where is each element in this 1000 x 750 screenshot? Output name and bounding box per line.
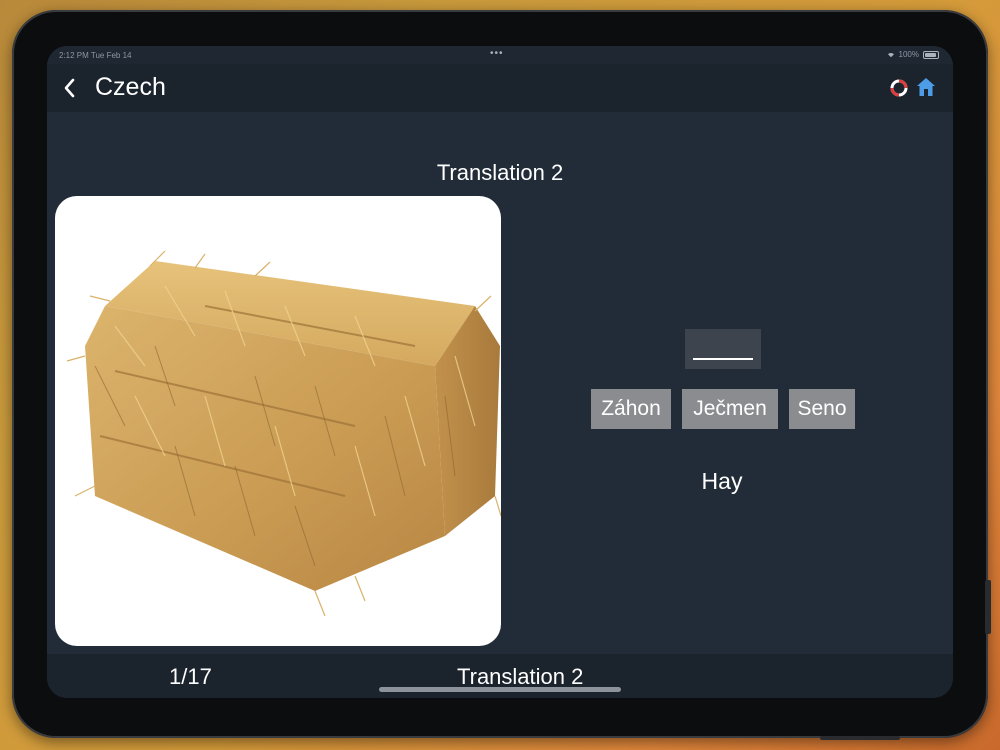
back-button[interactable] <box>57 74 83 102</box>
chevron-left-icon <box>64 78 75 98</box>
status-indicators: 100% <box>887 50 939 59</box>
device-bottom-button <box>820 736 900 740</box>
blank-underline <box>693 358 753 360</box>
page-title: Czech <box>95 73 166 101</box>
status-bar: 2:12 PM Tue Feb 14 ••• 100% <box>47 46 953 64</box>
battery-icon <box>923 50 939 59</box>
answer-blank[interactable] <box>685 329 761 369</box>
wifi-icon <box>887 52 894 57</box>
device-side-button <box>985 580 991 634</box>
hay-bale-image <box>66 250 501 617</box>
page-counter: 1/17 <box>169 664 212 689</box>
home-indicator[interactable] <box>379 687 621 692</box>
hay-bale-picture <box>55 196 501 646</box>
choice-button-seno[interactable]: Seno <box>789 389 855 429</box>
choice-button-jecmen[interactable]: Ječmen <box>682 389 778 429</box>
english-word: Hay <box>701 468 743 494</box>
status-time: 2:12 PM Tue Feb 14 <box>59 51 132 60</box>
battery-percent: 100% <box>898 50 919 59</box>
app-screen: 2:12 PM Tue Feb 14 ••• 100% Czech Transl… <box>47 46 953 698</box>
multitasking-dots[interactable]: ••• <box>490 48 504 59</box>
lifebuoy-icon[interactable] <box>889 78 909 98</box>
exercise-header: Translation 2 <box>436 160 564 185</box>
house-icon[interactable] <box>915 76 937 98</box>
choice-button-zahon[interactable]: Záhon <box>591 389 671 429</box>
navigation-bar: Czech <box>47 64 953 112</box>
